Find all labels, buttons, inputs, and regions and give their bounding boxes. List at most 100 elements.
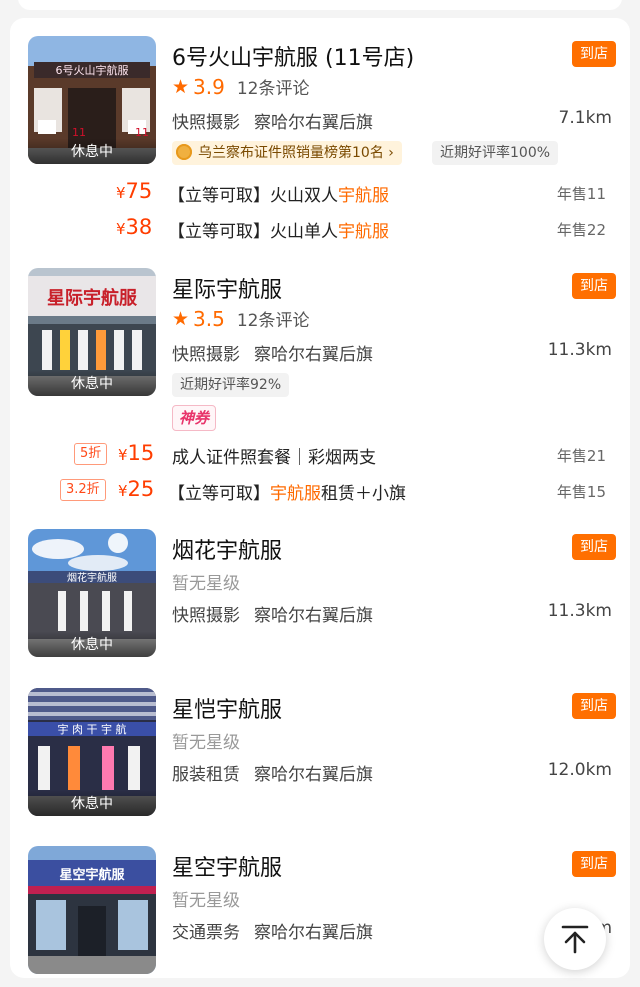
sold-count: 年售11 bbox=[556, 185, 606, 203]
price-amount: 25 bbox=[127, 477, 155, 501]
shop-name[interactable]: 6号火山宇航服 (11号店) bbox=[172, 40, 414, 72]
shop-meta: 交通票务 察哈尔右翼后旗 bbox=[172, 918, 373, 943]
rating-row: ★ 3.9 12条评论 bbox=[172, 74, 310, 100]
deal-row[interactable]: ¥75 【立等可取】火山双人宇航服 年售11 bbox=[10, 179, 630, 206]
shop-sign-text: 星空宇航服 bbox=[59, 867, 125, 883]
currency: ¥ bbox=[116, 220, 126, 238]
shop-area: 察哈尔右翼后旗 bbox=[254, 345, 373, 365]
currency: ¥ bbox=[118, 482, 128, 500]
currency: ¥ bbox=[116, 184, 126, 202]
shop-area: 察哈尔右翼后旗 bbox=[254, 765, 373, 785]
deal-price: ¥38 bbox=[116, 215, 152, 239]
deal-title: 成人证件照套餐｜彩烟两支 bbox=[172, 443, 376, 468]
status-tag: 休息中 bbox=[28, 790, 156, 816]
price-amount: 38 bbox=[125, 215, 153, 239]
review-count: 12条评论 bbox=[236, 311, 310, 331]
shop-thumbnail[interactable]: 6号火山宇航服 11 11 休息中 bbox=[28, 36, 156, 164]
shop-meta: 服装租赁 察哈尔右翼后旗 bbox=[172, 760, 373, 785]
currency: ¥ bbox=[118, 446, 128, 464]
shop-item[interactable]: 宇 肉 干 宇 航 休息中 星恺宇航服 到店 暂无星级 服装租赁 察哈尔右翼后旗 … bbox=[10, 686, 630, 846]
shop-name[interactable]: 星恺宇航服 bbox=[172, 692, 282, 724]
deal-title-highlight: 宇航服 bbox=[338, 186, 389, 206]
shop-meta: 快照摄影 察哈尔右翼后旗 bbox=[172, 340, 373, 365]
deal-title-prefix: 【立等可取】 bbox=[168, 484, 270, 504]
rank-text: 乌兰察布证件照销量榜第10名 bbox=[198, 145, 384, 161]
rank-badge[interactable]: 乌兰察布证件照销量榜第10名 › bbox=[172, 141, 402, 165]
shop-thumbnail[interactable]: 星际宇航服 休息中 bbox=[28, 268, 156, 396]
shop-category: 交通票务 bbox=[172, 923, 240, 943]
shop-area: 察哈尔右翼后旗 bbox=[254, 113, 373, 133]
deal-title-highlight: 宇航服 bbox=[338, 222, 389, 242]
sold-count: 年售22 bbox=[556, 221, 606, 239]
sold-count: 年售15 bbox=[556, 483, 606, 501]
status-tag: 休息中 bbox=[28, 138, 156, 164]
shop-sign-text: 宇 肉 干 宇 航 bbox=[58, 722, 127, 736]
chevron-right-icon: › bbox=[388, 145, 394, 161]
sold-count: 年售21 bbox=[556, 447, 606, 465]
shop-item[interactable]: 星空宇航服 星空宇航服 到店 暂无星级 交通票务察哈尔右翼后旗 m bbox=[10, 846, 630, 978]
shop-distance: 12.0km bbox=[547, 760, 612, 780]
deal-row[interactable]: 5折 ¥15 成人证件照套餐｜彩烟两支 年售21 bbox=[10, 441, 630, 468]
shop-photo: 星空宇航服 bbox=[28, 846, 156, 974]
shop-sign-text: 6号火山宇航服 bbox=[56, 63, 129, 77]
to-store-badge: 到店 bbox=[572, 273, 616, 299]
shop-meta: 快照摄影 察哈尔右翼后旗 bbox=[172, 108, 373, 133]
deal-title-prefix: 【立等可取】火山双人 bbox=[168, 186, 338, 206]
shop-area: 察哈尔右翼后旗 bbox=[254, 606, 373, 626]
no-rating-text: 暂无星级 bbox=[172, 891, 240, 911]
shop-category: 服装租赁 bbox=[172, 765, 240, 785]
shop-name[interactable]: 烟花宇航服 bbox=[172, 533, 282, 565]
no-rating-text: 暂无星级 bbox=[172, 574, 240, 594]
status-tag: 休息中 bbox=[28, 631, 156, 657]
star-icon: ★ bbox=[172, 307, 190, 330]
shop-name[interactable]: 星空宇航服 bbox=[172, 850, 282, 882]
to-store-badge: 到店 bbox=[572, 534, 616, 560]
deal-title: 【立等可取】宇航服租赁＋小旗 bbox=[168, 479, 406, 504]
status-tag: 休息中 bbox=[28, 370, 156, 396]
deal-title-prefix: 【立等可取】火山单人 bbox=[168, 222, 338, 242]
deal-row[interactable]: 3.2折 ¥25 【立等可取】宇航服租赁＋小旗 年售15 bbox=[10, 477, 630, 504]
shop-thumbnail[interactable]: 烟花宇航服 休息中 bbox=[28, 529, 156, 657]
shop-item[interactable]: 6号火山宇航服 11 11 休息中 6号火山宇航服 (11号店) 到店 ★ 3.9… bbox=[10, 18, 630, 258]
deal-title-prefix: 成人证件照套餐｜彩烟两支 bbox=[172, 448, 376, 468]
shop-thumbnail[interactable]: 宇 肉 干 宇 航 休息中 bbox=[28, 688, 156, 816]
shop-name[interactable]: 星际宇航服 bbox=[172, 272, 282, 304]
shop-item[interactable]: 星际宇航服 休息中 星际宇航服 到店 ★ 3.5 12条评论 快照摄影 察哈尔右… bbox=[10, 258, 630, 526]
rating-score: 3.9 bbox=[193, 74, 225, 99]
back-to-top-button[interactable] bbox=[544, 908, 606, 970]
shop-category: 快照摄影 bbox=[172, 113, 240, 133]
discount-tag: 3.2折 bbox=[60, 479, 106, 501]
shop-list: 6号火山宇航服 11 11 休息中 6号火山宇航服 (11号店) 到店 ★ 3.9… bbox=[10, 18, 630, 978]
deal-price: ¥75 bbox=[116, 179, 152, 203]
shop-sign-text: 星际宇航服 bbox=[47, 287, 138, 309]
review-count: 12条评论 bbox=[236, 79, 310, 99]
shop-distance: 11.3km bbox=[547, 601, 612, 621]
good-rate-tag: 近期好评率100% bbox=[432, 141, 559, 165]
page: 6号火山宇航服 11 11 休息中 6号火山宇航服 (11号店) 到店 ★ 3.9… bbox=[0, 0, 640, 987]
arrow-up-to-top-icon bbox=[561, 925, 589, 954]
rating-score: 3.5 bbox=[193, 306, 225, 331]
shenquan-coupon-tag[interactable]: 神券 bbox=[172, 405, 217, 431]
deal-price: ¥25 bbox=[118, 477, 154, 501]
deal-title: 【立等可取】火山双人宇航服 bbox=[168, 181, 389, 206]
to-store-badge: 到店 bbox=[572, 851, 616, 877]
to-store-badge: 到店 bbox=[572, 41, 616, 67]
price-amount: 15 bbox=[127, 441, 155, 465]
deal-title-highlight: 宇航服 bbox=[270, 484, 321, 504]
price-amount: 75 bbox=[125, 179, 153, 203]
no-rating-text: 暂无星级 bbox=[172, 733, 240, 753]
shop-area: 察哈尔右翼后旗 bbox=[254, 923, 373, 943]
deal-title: 【立等可取】火山单人宇航服 bbox=[168, 217, 389, 242]
shop-thumbnail[interactable]: 星空宇航服 bbox=[28, 846, 156, 974]
shop-item[interactable]: 烟花宇航服 休息中 烟花宇航服 到店 暂无星级 快照摄影 察哈尔右翼后旗 11.3… bbox=[10, 526, 630, 686]
rating-row: ★ 3.5 12条评论 bbox=[172, 306, 310, 332]
deal-row[interactable]: ¥38 【立等可取】火山单人宇航服 年售22 bbox=[10, 215, 630, 242]
shop-category: 快照摄影 bbox=[172, 606, 240, 626]
discount-tag: 5折 bbox=[74, 443, 108, 465]
medal-icon bbox=[176, 144, 192, 160]
deal-title-suffix: 租赁＋小旗 bbox=[321, 484, 406, 504]
good-rate-tag: 近期好评率92% bbox=[172, 373, 290, 397]
to-store-badge: 到店 bbox=[572, 693, 616, 719]
shop-distance: 7.1km bbox=[558, 108, 612, 128]
shop-distance: 11.3km bbox=[547, 340, 612, 360]
